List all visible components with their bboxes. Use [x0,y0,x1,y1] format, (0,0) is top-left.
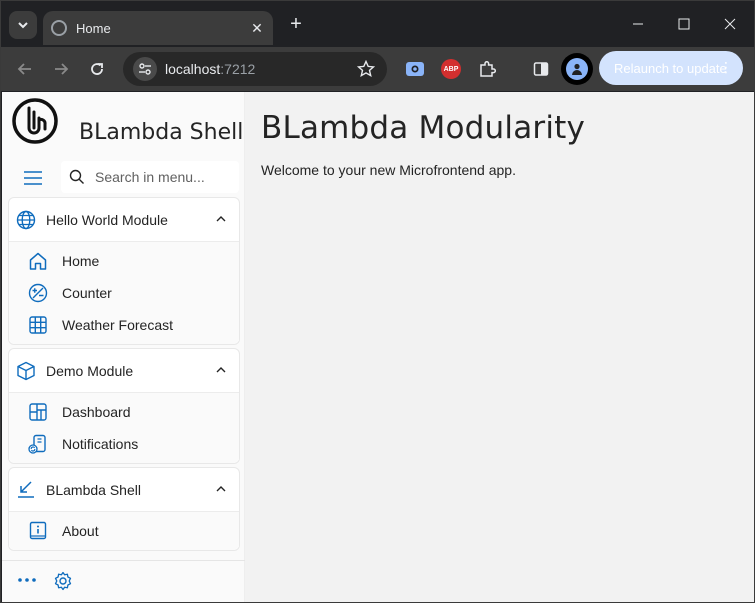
dashboard-grid-icon [29,403,47,421]
arrow-right-icon [55,63,69,75]
reload-button[interactable] [85,57,109,81]
nav-item-weather-forecast[interactable]: Weather Forecast [9,309,239,341]
extensions-puzzle-icon[interactable] [475,57,499,81]
nav-group-blambda-shell: BLambda Shell About [8,467,240,551]
reload-icon [91,63,103,75]
sidebar: BLambda Shell Hello World Module H [2,92,245,602]
abp-badge: ABP [441,59,461,79]
chevron-down-icon [18,22,28,29]
bookmark-star-icon[interactable] [356,59,376,83]
nav-group-hello-world: Hello World Module Home Counter Weather … [8,197,240,345]
screen-capture-extension-icon[interactable] [403,57,427,81]
welcome-message: Welcome to your new Microfrontend app. [261,162,516,178]
chevron-up-icon[interactable] [215,483,227,495]
calculator-circle-icon [28,283,48,303]
sidebar-footer [2,560,245,602]
chevron-up-icon[interactable] [215,364,227,376]
browser-window: Home ✕ + localhost :7212 ABP Relaunch to… [0,0,755,603]
address-bar[interactable]: localhost :7212 [123,52,387,86]
nav-item-label: About [62,523,99,539]
nav-item-label: Counter [62,285,112,301]
page-heading: BLambda Modularity [261,110,586,146]
close-icon [724,18,736,30]
tab-favicon-icon [51,20,67,36]
table-grid-icon [29,316,47,334]
nav-group-label: Hello World Module [46,211,168,228]
nav-group-label: Demo Module [46,362,134,379]
nav-item-about[interactable]: About [9,515,239,547]
nav-item-counter[interactable]: Counter [9,277,239,309]
nav-group-demo-module: Demo Module Dashboard Notifications [8,348,240,464]
cube-icon [17,361,35,380]
url-host: localhost [165,61,221,77]
nav-group-items: About [9,512,239,550]
hamburger-menu-icon [24,171,42,185]
relaunch-to-update-button[interactable]: Relaunch to update ⋮ [599,51,743,85]
chevron-up-icon[interactable] [215,213,227,225]
url-port: :7212 [220,61,256,77]
nav-item-label: Dashboard [62,404,131,420]
blambda-logo-icon [12,98,58,144]
browser-tab-home[interactable]: Home ✕ [43,11,273,45]
more-horizontal-icon[interactable] [17,575,37,585]
nav-group-items: Home Counter Weather Forecast [9,242,239,344]
nav-item-notifications[interactable]: Notifications [9,428,239,460]
home-icon [29,252,47,270]
nav-item-dashboard[interactable]: Dashboard [9,396,239,428]
minimize-icon [633,23,643,25]
relaunch-label: Relaunch to update [614,60,727,76]
back-button[interactable] [13,57,37,81]
tab-strip: Home ✕ + [1,1,754,47]
close-window-button[interactable] [707,1,753,47]
phone-sync-icon [28,434,46,454]
new-tab-button[interactable]: + [284,13,308,37]
tab-search-button[interactable] [9,11,37,39]
maximize-button[interactable] [661,1,707,47]
page-viewport: BLambda Shell Hello World Module H [2,92,754,602]
maximize-icon [678,18,690,30]
nav-group-header-blambda-shell[interactable]: BLambda Shell [9,468,239,512]
search-icon [69,169,84,184]
nav-group-header-hello-world[interactable]: Hello World Module [9,198,239,242]
app-title: BLambda Shell [79,120,244,145]
nav-item-label: Weather Forecast [62,317,174,333]
menu-search-input[interactable] [95,169,235,185]
shell-arrow-icon [18,480,34,498]
settings-gear-icon[interactable] [53,571,73,591]
side-panel-icon[interactable] [529,57,553,81]
nav-item-label: Notifications [62,436,139,452]
menu-search-box[interactable] [61,161,239,193]
tab-title: Home [76,20,111,36]
browser-toolbar: localhost :7212 ABP Relaunch to update ⋮ [1,47,754,91]
site-info-icon[interactable] [133,57,157,81]
globe-icon [16,210,36,229]
minimize-button[interactable] [615,1,661,47]
main-content: BLambda Modularity Welcome to your new M… [245,92,754,602]
forward-button[interactable] [49,57,73,81]
profile-avatar-button[interactable] [561,53,593,85]
arrow-left-icon [17,63,31,75]
nav-group-label: BLambda Shell [46,481,141,498]
menu-toggle-button[interactable] [23,170,43,186]
person-icon [566,58,588,80]
nav-item-label: Home [62,253,100,269]
adblock-extension-icon[interactable]: ABP [439,57,463,81]
nav-group-header-demo-module[interactable]: Demo Module [9,349,239,393]
nav-group-items: Dashboard Notifications [9,393,239,463]
info-book-icon [29,521,47,540]
more-vertical-icon[interactable]: ⋮ [719,59,733,76]
nav-item-home[interactable]: Home [9,245,239,277]
tab-close-icon[interactable]: ✕ [249,20,265,37]
